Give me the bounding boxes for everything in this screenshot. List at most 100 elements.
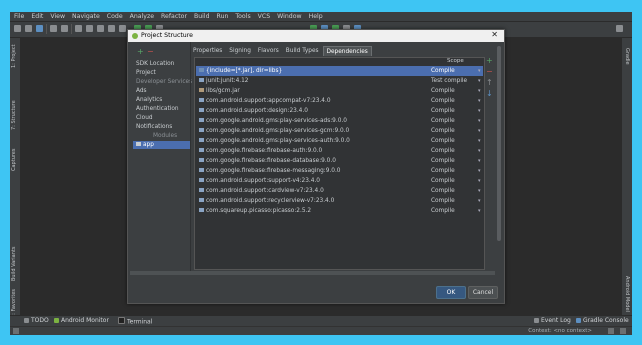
- sidebar-item-ads[interactable]: Ads: [133, 87, 191, 95]
- dependency-row[interactable]: com.google.firebase:firebase-auth:9.0.0 C…: [196, 146, 483, 156]
- menu-build[interactable]: Build: [194, 13, 210, 20]
- menu-analyze[interactable]: Analyze: [130, 13, 154, 20]
- sync-icon[interactable]: [36, 25, 43, 32]
- scope-dropdown[interactable]: Compile: [431, 206, 455, 216]
- event-log-tab[interactable]: Event Log: [534, 317, 571, 324]
- chevron-down-icon[interactable]: ▾: [478, 206, 481, 216]
- cancel-button[interactable]: Cancel: [468, 286, 498, 299]
- menu-edit[interactable]: Edit: [31, 13, 43, 20]
- undo-icon[interactable]: [50, 25, 57, 32]
- menu-refactor[interactable]: Refactor: [161, 13, 187, 20]
- gradle-console-tab[interactable]: Gradle Console: [576, 317, 629, 324]
- menu-vcs[interactable]: VCS: [258, 13, 270, 20]
- save-icon[interactable]: [25, 25, 32, 32]
- status-toggle-icon[interactable]: [13, 328, 19, 334]
- remove-module-button[interactable]: −: [147, 48, 154, 56]
- tool-tab-project[interactable]: 1: Project: [11, 44, 17, 68]
- chevron-down-icon[interactable]: ▾: [478, 146, 481, 156]
- dependency-row[interactable]: com.google.android.gms:play-services-gcm…: [196, 126, 483, 136]
- scope-dropdown[interactable]: Compile: [431, 186, 455, 196]
- scope-dropdown[interactable]: Compile: [431, 106, 455, 116]
- add-dependency-button[interactable]: +: [486, 57, 493, 65]
- android-monitor-tab[interactable]: Android Monitor: [54, 317, 109, 324]
- chevron-down-icon[interactable]: ▾: [478, 66, 481, 76]
- chevron-down-icon[interactable]: ▾: [478, 136, 481, 146]
- chevron-down-icon[interactable]: ▾: [478, 86, 481, 96]
- scope-dropdown[interactable]: Compile: [431, 116, 455, 126]
- ok-button[interactable]: OK: [436, 286, 466, 299]
- open-folder-icon[interactable]: [14, 25, 21, 32]
- move-up-button[interactable]: ↑: [486, 79, 493, 87]
- scope-column-header[interactable]: Scope: [447, 58, 464, 64]
- chevron-down-icon[interactable]: ▾: [478, 166, 481, 176]
- menu-view[interactable]: View: [50, 13, 65, 20]
- scope-dropdown[interactable]: Compile: [431, 166, 455, 176]
- chevron-down-icon[interactable]: ▾: [478, 156, 481, 166]
- tab-dependencies[interactable]: Dependencies: [322, 46, 372, 56]
- scope-dropdown[interactable]: Compile: [431, 176, 455, 186]
- chevron-down-icon[interactable]: ▾: [478, 196, 481, 206]
- sidebar-item-authentication[interactable]: Authentication: [133, 105, 191, 113]
- scope-dropdown[interactable]: Compile: [431, 196, 455, 206]
- tool-tab-gradle[interactable]: Gradle: [624, 48, 630, 65]
- chevron-down-icon[interactable]: ▾: [478, 126, 481, 136]
- redo-icon[interactable]: [61, 25, 68, 32]
- vertical-scrollbar[interactable]: [497, 44, 501, 270]
- dependency-row[interactable]: com.android.support:appcompat-v7:23.4.0 C…: [196, 96, 483, 106]
- menu-navigate[interactable]: Navigate: [72, 13, 100, 20]
- copy-icon[interactable]: [86, 25, 93, 32]
- sidebar-item-cloud[interactable]: Cloud: [133, 114, 191, 122]
- dependency-row[interactable]: junit:junit:4.12 Test compile ▾: [196, 76, 483, 86]
- menu-tools[interactable]: Tools: [235, 13, 250, 20]
- cut-icon[interactable]: [75, 25, 82, 32]
- lock-icon[interactable]: [608, 328, 614, 334]
- chevron-down-icon[interactable]: ▾: [478, 96, 481, 106]
- close-icon[interactable]: ✕: [491, 30, 498, 39]
- chevron-down-icon[interactable]: ▾: [478, 116, 481, 126]
- dependency-row[interactable]: com.google.firebase:firebase-database:9.…: [196, 156, 483, 166]
- menu-window[interactable]: Window: [277, 13, 301, 20]
- scope-dropdown[interactable]: Test compile: [431, 76, 467, 86]
- tab-build-types[interactable]: Build Types: [283, 46, 322, 56]
- tool-tab-build-variants[interactable]: Build Variants: [11, 247, 17, 281]
- sidebar-item-sdk-location[interactable]: SDK Location: [133, 60, 191, 68]
- dependency-row[interactable]: libs/gcm.jar Compile ▾: [196, 86, 483, 96]
- move-down-button[interactable]: ↓: [486, 90, 493, 98]
- tool-tab-captures[interactable]: Captures: [11, 149, 17, 172]
- menu-code[interactable]: Code: [107, 13, 123, 20]
- tab-properties[interactable]: Properties: [190, 46, 225, 56]
- scope-dropdown[interactable]: Compile: [431, 126, 455, 136]
- sidebar-item-project[interactable]: Project: [133, 69, 191, 77]
- scrollbar-thumb[interactable]: [497, 46, 501, 241]
- chevron-down-icon[interactable]: ▾: [478, 106, 481, 116]
- scope-dropdown[interactable]: Compile: [431, 86, 455, 96]
- dependency-row[interactable]: com.google.android.gms:play-services-ads…: [196, 116, 483, 126]
- add-module-button[interactable]: +: [137, 48, 144, 56]
- tool-tab-favorites[interactable]: 2: Favorites: [11, 289, 17, 318]
- dependency-row[interactable]: com.android.support:cardview-v7:23.4.0 Co…: [196, 186, 483, 196]
- sidebar-item-app[interactable]: app: [133, 141, 191, 149]
- replace-icon[interactable]: [119, 25, 126, 32]
- scope-dropdown[interactable]: Compile: [431, 136, 455, 146]
- tab-flavors[interactable]: Flavors: [255, 46, 282, 56]
- dependency-row[interactable]: com.google.firebase:firebase-messaging:9…: [196, 166, 483, 176]
- dependency-row[interactable]: com.squareup.picasso:picasso:2.5.2 Compil…: [196, 206, 483, 216]
- dependency-row[interactable]: {include=[*.jar], dir=libs} Compile ▾: [196, 66, 483, 76]
- todo-tab[interactable]: TODO: [24, 317, 49, 324]
- search-icon[interactable]: [616, 25, 623, 32]
- dependency-row[interactable]: com.android.support:recyclerview-v7:23.4…: [196, 196, 483, 206]
- dependency-row[interactable]: com.google.android.gms:play-services-aut…: [196, 136, 483, 146]
- chevron-down-icon[interactable]: ▾: [478, 176, 481, 186]
- scope-dropdown[interactable]: Compile: [431, 96, 455, 106]
- tool-tab-structure[interactable]: 7: Structure: [11, 100, 17, 130]
- chevron-down-icon[interactable]: ▾: [478, 186, 481, 196]
- tool-tab-android-model[interactable]: Android Model: [624, 276, 630, 312]
- remove-dependency-button[interactable]: −: [486, 68, 493, 76]
- scope-dropdown[interactable]: Compile: [431, 156, 455, 166]
- find-icon[interactable]: [108, 25, 115, 32]
- tab-signing[interactable]: Signing: [226, 46, 254, 56]
- menu-file[interactable]: File: [14, 13, 24, 20]
- horizontal-scrollbar[interactable]: [130, 271, 495, 275]
- scope-dropdown[interactable]: Compile: [431, 66, 455, 76]
- inspector-icon[interactable]: [620, 328, 626, 334]
